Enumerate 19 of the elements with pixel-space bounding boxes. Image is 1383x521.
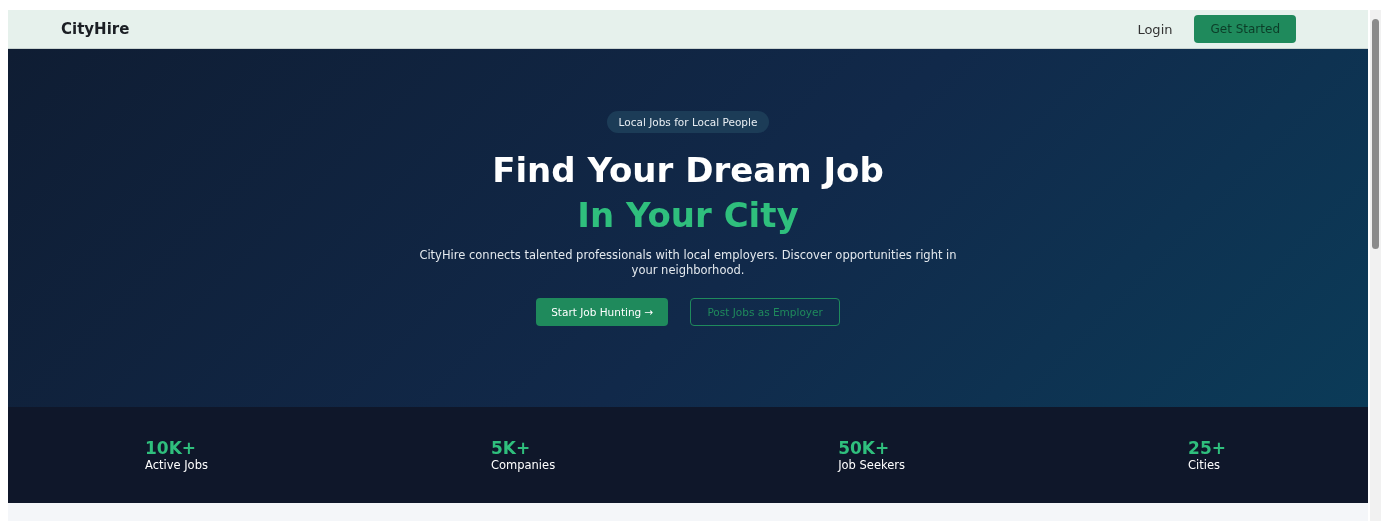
stat-label: Active Jobs — [145, 458, 208, 472]
stat-label: Job Seekers — [838, 458, 906, 472]
tagline-badge: Local Jobs for Local People — [606, 111, 770, 133]
stat-value: 10K+ — [145, 438, 198, 458]
stat-value: 50K+ — [838, 438, 891, 458]
scrollbar-thumb[interactable] — [1372, 19, 1379, 249]
brand-logo[interactable]: CityHire — [61, 20, 1138, 38]
hero-subtitle: In Your City — [577, 194, 799, 236]
get-started-button[interactable]: Get Started — [1194, 15, 1296, 43]
login-link[interactable]: Login — [1137, 21, 1173, 37]
post-jobs-button[interactable]: Post Jobs as Employer — [690, 298, 840, 326]
start-job-hunting-button[interactable]: Start Job Hunting → — [536, 298, 669, 326]
hero-description: CityHire connects talented professionals with local employers. Discover opportunities right in your neighborhood. — [418, 248, 958, 278]
hero-title: Find Your Dream Job — [492, 149, 884, 191]
stat-value: 25+ — [1188, 438, 1226, 458]
stat-value: 5K+ — [490, 438, 532, 458]
scrollbar[interactable] — [1370, 10, 1381, 521]
stat-label: Cities — [1188, 458, 1222, 472]
stat-label: Companies — [490, 458, 556, 472]
